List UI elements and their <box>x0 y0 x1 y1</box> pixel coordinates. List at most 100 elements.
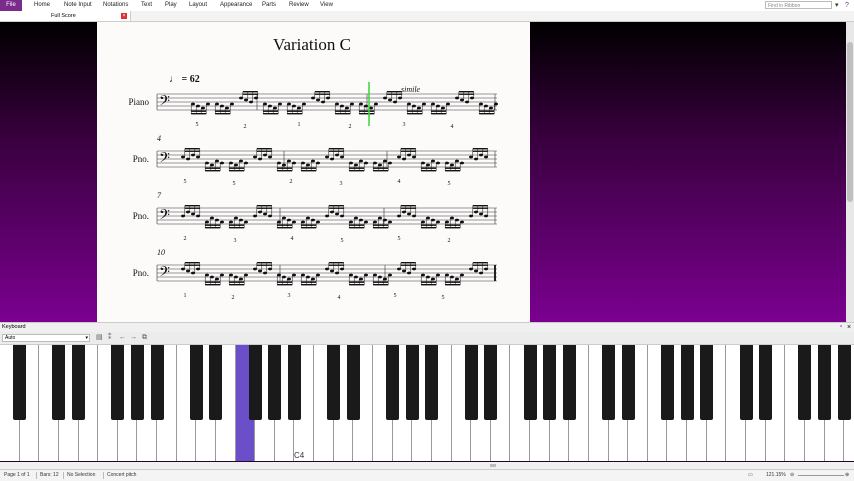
menu-file[interactable]: File <box>0 0 22 11</box>
piano-black-key[interactable] <box>759 345 773 420</box>
piano-black-key[interactable] <box>248 345 262 420</box>
arrow-right-icon[interactable]: → <box>130 333 137 343</box>
note-group <box>420 273 440 286</box>
piano-black-key[interactable] <box>111 345 125 420</box>
piano-black-key[interactable] <box>660 345 674 420</box>
help-icon[interactable]: ? <box>845 0 849 11</box>
piano-black-key[interactable] <box>405 345 419 420</box>
menu-view[interactable]: View <box>320 0 333 11</box>
zoom-level[interactable]: 121.15% <box>766 470 786 481</box>
note-group <box>325 205 345 218</box>
menu-parts[interactable]: Parts <box>262 0 276 11</box>
piano-black-key[interactable] <box>484 345 498 420</box>
zoom-slider[interactable] <box>798 475 844 476</box>
tab-label: Full Score <box>51 13 76 19</box>
staff-label: Pno. <box>133 268 149 278</box>
piano-black-key[interactable] <box>543 345 557 420</box>
piano-black-key[interactable] <box>739 345 753 420</box>
menu-appearance[interactable]: Appearance <box>220 0 252 11</box>
piano-black-key[interactable] <box>798 345 812 420</box>
note-group <box>348 216 368 229</box>
piano-black-key[interactable] <box>700 345 714 420</box>
view-mode-icon[interactable]: ▭ <box>748 470 753 481</box>
piano-black-key[interactable] <box>346 345 360 420</box>
piano-black-key[interactable] <box>562 345 576 420</box>
menu-home[interactable]: Home <box>34 0 50 11</box>
note-group <box>228 216 248 229</box>
note-group <box>469 262 489 275</box>
menu-layout[interactable]: Layout <box>189 0 207 11</box>
note-group <box>300 159 320 172</box>
piano-black-key[interactable] <box>268 345 282 420</box>
menu-note-input[interactable]: Note Input <box>64 0 92 11</box>
piano-black-key[interactable] <box>287 345 301 420</box>
piano-black-key[interactable] <box>464 345 478 420</box>
note-group <box>325 262 345 275</box>
ribbon-search-input[interactable]: Find in Ribbon <box>765 1 832 9</box>
piano-black-key[interactable] <box>327 345 341 420</box>
menu-text[interactable]: Text <box>141 0 152 11</box>
note-group <box>204 273 224 286</box>
piano-black-key[interactable] <box>72 345 86 420</box>
piano-black-key[interactable] <box>130 345 144 420</box>
tab-full-score[interactable]: Full Score × <box>0 11 131 21</box>
piano-black-key[interactable] <box>425 345 439 420</box>
restore-icon[interactable]: ▫ <box>840 323 842 332</box>
piano-black-key[interactable] <box>523 345 537 420</box>
status-bar: Page 1 of 1 Bars: 12 No Selection Concer… <box>0 469 854 481</box>
fingering-number: 2 <box>290 179 293 185</box>
fingering-number: 4 <box>291 236 294 242</box>
piano-black-key[interactable] <box>621 345 635 420</box>
note-group <box>204 216 224 229</box>
horizontal-scrollbar[interactable] <box>0 462 854 469</box>
measure-number: 4 <box>157 134 161 143</box>
note-group <box>469 205 489 218</box>
menu-play[interactable]: Play <box>165 0 177 11</box>
close-panel-icon[interactable]: × <box>847 323 851 332</box>
layout-icon[interactable]: ▤ <box>96 333 103 343</box>
fingering-number: 3 <box>340 181 343 187</box>
note-group <box>181 262 201 275</box>
piano-black-key[interactable] <box>680 345 694 420</box>
piano-black-key[interactable] <box>602 345 616 420</box>
zoom-in-icon[interactable]: ⊕ <box>845 470 849 481</box>
fingering-number: 2 <box>349 124 352 130</box>
piano-black-key[interactable] <box>386 345 400 420</box>
piano-black-key[interactable] <box>209 345 223 420</box>
vertical-scrollbar[interactable] <box>846 22 854 322</box>
window-icon[interactable]: ⧉ <box>142 333 147 343</box>
piano-black-key[interactable] <box>52 345 66 420</box>
piano-black-key[interactable] <box>189 345 203 420</box>
fingering-number: 4 <box>398 179 401 185</box>
note-group <box>311 91 331 104</box>
fingering-number: 1 <box>184 293 187 299</box>
fingering-number: 5 <box>448 181 451 187</box>
note-group <box>372 216 392 229</box>
pedal-icon[interactable]: ⁑ <box>108 333 112 343</box>
fingering-number: 5 <box>184 179 187 185</box>
piano-black-key[interactable] <box>837 345 851 420</box>
menu-review[interactable]: Review <box>289 0 309 11</box>
piano-keyboard[interactable] <box>0 345 854 461</box>
fingering-number: 3 <box>288 293 291 299</box>
note-group <box>276 159 296 172</box>
chevron-down-icon[interactable]: ▾ <box>835 0 839 11</box>
arrow-left-icon[interactable]: ← <box>119 333 126 343</box>
note-group <box>214 102 234 115</box>
note-group <box>325 148 345 161</box>
piano-black-key[interactable] <box>13 345 27 420</box>
input-mode-select[interactable]: Auto ▾ <box>2 334 90 342</box>
note-group <box>372 273 392 286</box>
menu-notations[interactable]: Notations <box>103 0 128 11</box>
staves <box>156 93 497 282</box>
note-group <box>190 102 210 115</box>
status-concert-pitch[interactable]: Concert pitch <box>107 470 136 481</box>
close-icon[interactable]: × <box>121 13 127 19</box>
bass-clef: 𝄢 <box>159 93 170 113</box>
zoom-out-icon[interactable]: ⊖ <box>790 470 794 481</box>
scroll-thumb[interactable] <box>847 42 853 202</box>
scroll-thumb[interactable] <box>490 464 496 467</box>
score-page[interactable]: Variation C ♩ = 62 simile Piano 𝄢 5 2 1 2 3 4 Pn… <box>97 22 530 322</box>
piano-black-key[interactable] <box>150 345 164 420</box>
piano-black-key[interactable] <box>818 345 832 420</box>
